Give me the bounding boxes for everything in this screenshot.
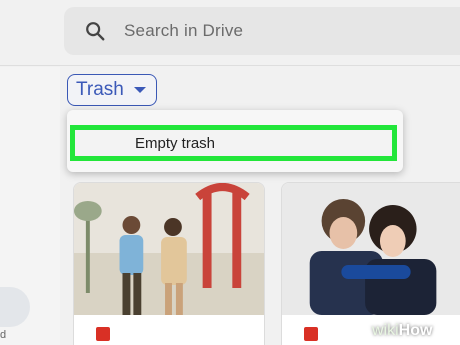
trash-breadcrumb-button[interactable]: Trash bbox=[67, 74, 157, 106]
couple-photo-thumbnail bbox=[282, 183, 460, 315]
search-icon[interactable] bbox=[84, 20, 106, 42]
pdf-file-icon bbox=[96, 327, 110, 341]
search-placeholder: Search in Drive bbox=[124, 21, 244, 40]
menu-item-label: Empty trash bbox=[135, 134, 216, 152]
file-card[interactable] bbox=[73, 182, 265, 345]
chevron-down-icon bbox=[133, 87, 146, 93]
left-sidebar bbox=[0, 67, 60, 345]
pdf-file-icon bbox=[304, 327, 318, 341]
sidebar-truncated-label: d bbox=[0, 329, 7, 341]
top-bar: Search in Drive bbox=[0, 0, 460, 66]
trash-dropdown-menu: Empty trash bbox=[67, 110, 403, 172]
file-card[interactable] bbox=[281, 182, 460, 345]
file-card-footer bbox=[282, 315, 460, 345]
watermark-how: How bbox=[398, 322, 433, 339]
wikihow-watermark: wikiHow bbox=[372, 322, 432, 342]
search-input[interactable]: Search in Drive bbox=[64, 7, 460, 55]
sidebar-selected-item[interactable] bbox=[0, 287, 30, 327]
breadcrumb-label: Trash bbox=[76, 79, 124, 100]
empty-trash-menu-item[interactable]: Empty trash bbox=[70, 125, 397, 161]
file-card-footer bbox=[74, 315, 264, 345]
watermark-wiki: wiki bbox=[372, 322, 399, 339]
wedding-photo-thumbnail bbox=[74, 183, 264, 315]
